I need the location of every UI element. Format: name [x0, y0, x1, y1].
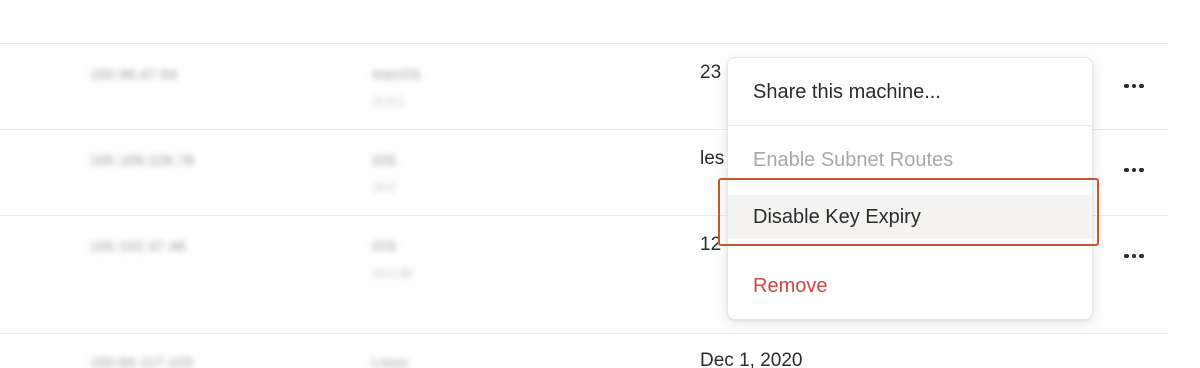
machine-address: 100.96.47.64 — [90, 66, 178, 82]
more-horizontal-icon — [1123, 83, 1129, 89]
machines-table: 100.96.47.64 macOS 11.0.1 23 100.109.228… — [0, 0, 1200, 368]
machine-os: macOS — [372, 66, 422, 82]
machine-os: Linux — [372, 354, 408, 368]
machine-address: 100.102.47.46 — [90, 238, 187, 254]
machine-context-menu: Share this machine... Enable Subnet Rout… — [727, 57, 1093, 320]
machine-last-seen: 23 — [700, 62, 722, 83]
machine-address: 100.109.228.78 — [90, 152, 195, 168]
row-more-button[interactable] — [1117, 244, 1151, 268]
disable-key-expiry-menu-item[interactable]: Disable Key Expiry — [728, 195, 1092, 239]
machine-os: iOS — [372, 152, 397, 168]
share-machine-menu-item[interactable]: Share this machine... — [728, 72, 1092, 112]
machine-os: iOS — [372, 238, 397, 254]
more-horizontal-icon — [1123, 167, 1129, 173]
row-more-button[interactable] — [1117, 158, 1151, 182]
table-row[interactable]: 100.84.117.103 Linux Dec 1, 2020 — [0, 334, 1168, 368]
machine-os-version: 14.2 — [372, 180, 396, 194]
machine-os-version: 14.2.0b — [372, 266, 413, 280]
machine-address: 100.84.117.103 — [90, 354, 194, 368]
machine-last-seen: 12 — [700, 234, 722, 255]
machine-os-version: 11.0.1 — [372, 94, 405, 108]
machine-last-seen: les — [700, 148, 725, 169]
machine-last-seen: Dec 1, 2020 — [700, 350, 803, 368]
more-horizontal-icon — [1123, 253, 1129, 259]
row-more-button[interactable] — [1117, 74, 1151, 98]
enable-subnet-routes-menu-item: Enable Subnet Routes — [753, 148, 954, 171]
menu-separator — [728, 125, 1092, 126]
remove-machine-menu-item[interactable]: Remove — [728, 266, 1092, 306]
